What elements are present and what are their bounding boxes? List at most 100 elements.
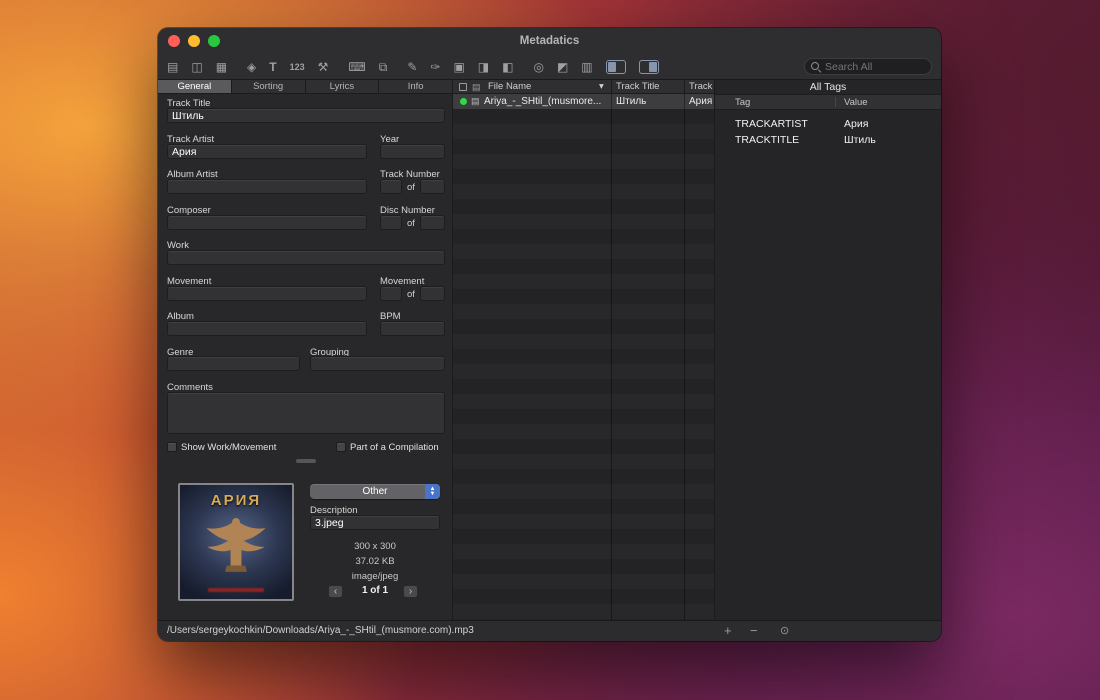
tag-row[interactable]: TRACKARTIST Ария [715,116,941,132]
actions-button[interactable]: ⊙ [780,621,789,641]
text-case-icon[interactable]: T [269,61,276,73]
artwork-next-button[interactable]: › [403,585,418,598]
cell-file-name: Ariya_-_SHtil_(musmore... [484,94,608,109]
track-title-field[interactable] [167,108,445,123]
movement-total-field[interactable] [420,286,445,301]
tag-row[interactable]: TRACKTITLE Штиль [715,132,941,148]
tags-column-header-tag[interactable]: Tag [735,95,750,110]
tags-column-header-value[interactable]: Value [844,95,868,110]
tag-from-filename-icon[interactable]: ✎ [407,61,417,73]
movement-field[interactable] [167,286,367,301]
window-title: Metadatics [158,28,941,54]
copy-tags-icon[interactable]: ⧉ [379,61,388,73]
import-artwork-icon[interactable]: ◧ [502,61,513,73]
minimize-window-button[interactable] [188,35,200,47]
grouping-field[interactable] [310,356,445,371]
close-window-button[interactable] [168,35,180,47]
work-field[interactable] [167,250,445,265]
artwork-description-field[interactable] [310,515,440,530]
artwork-file-size: 37.02 KB [310,556,440,567]
file-list-panel: ▤ File Name ▾ Track Title Track Artist ▤… [453,80,715,620]
part-of-compilation-label: Part of a Compilation [350,442,439,453]
editor-tabs: General Sorting Lyrics Info [158,80,452,94]
remove-files-button[interactable]: − [750,621,758,641]
artwork-icon[interactable]: ▣ [453,61,464,73]
album-field[interactable] [167,321,367,336]
track-numbering-icon[interactable]: 123 [290,61,305,73]
file-type-icon: ▤ [471,95,480,108]
album-art-band-name: АРИЯ [180,492,292,509]
file-row[interactable]: ▤ Ariya_-_SHtil_(musmore... Штиль Ария [453,94,714,109]
current-file-path: /Users/sergeykochkin/Downloads/Ariya_-_S… [167,621,474,641]
acoustid-icon[interactable]: ◩ [557,61,568,73]
cell-track-artist: Ария [689,94,714,109]
show-work-movement-label: Show Work/Movement [181,442,276,453]
album-artist-field[interactable] [167,179,367,194]
tag-name: TRACKARTIST [735,116,808,132]
filename-from-tag-icon[interactable]: ✑ [430,61,440,73]
track-number-of-label: of [407,182,415,193]
artwork-type-value: Other [362,486,387,497]
disc-number-field[interactable] [380,215,402,230]
part-of-compilation-checkbox[interactable] [336,442,346,452]
tab-sorting[interactable]: Sorting [232,80,306,93]
artwork-page-indicator: 1 of 1 [310,585,440,596]
column-header-track-artist[interactable]: Track Artist [689,80,714,93]
select-column-header-icon[interactable] [459,83,467,91]
search-icon [811,62,821,72]
track-total-field[interactable] [420,179,445,194]
artwork-dimensions: 300 x 300 [310,541,440,552]
toolbar: ▤ ◫ ▦ ◈ T 123 ⚒ ⌨ ⧉ ✎ ✑ ▣ ◨ ◧ ◎ ◩ ▥ [158,54,941,80]
tag-name: TRACKTITLE [735,132,799,148]
track-artist-field[interactable] [167,144,367,159]
window-controls [168,35,220,47]
tab-general[interactable]: General [158,80,232,93]
tag-icon[interactable]: ◈ [247,61,256,73]
add-files-button[interactable]: + [724,621,732,641]
column-divider [684,94,685,620]
file-icon-column-header-icon[interactable]: ▤ [472,81,481,93]
column-header-track-title[interactable]: Track Title [616,80,681,93]
track-number-field[interactable] [380,179,402,194]
new-file-icon[interactable]: ▤ [167,61,178,73]
file-list-header: ▤ File Name ▾ Track Title Track Artist [453,80,714,94]
rename-files-icon[interactable]: ⌨ [348,61,365,73]
sort-indicator-icon[interactable]: ▾ [599,80,604,93]
cell-track-title: Штиль [616,94,681,109]
genre-field[interactable] [167,356,300,371]
movement-number-field[interactable] [380,286,402,301]
save-icon[interactable]: ▥ [581,61,592,73]
export-file-icon[interactable]: ◫ [191,61,202,73]
all-tags-panel: All Tags Tag Value TRACKARTIST Ария TRAC… [715,80,941,620]
popup-chevrons-icon: ▲ ▼ [425,484,440,499]
toggle-right-panel-icon[interactable] [639,60,659,74]
bpm-field[interactable] [380,321,445,336]
editor-panel: General Sorting Lyrics Info Track Title … [158,80,453,620]
year-field[interactable] [380,144,445,159]
movement-of-label: of [407,289,415,300]
status-dot-icon [460,98,467,105]
composer-field[interactable] [167,215,367,230]
disc-total-field[interactable] [420,215,445,230]
templates-icon[interactable]: ▦ [216,61,227,73]
tab-lyrics[interactable]: Lyrics [306,80,380,93]
search-input[interactable] [825,61,925,73]
album-art[interactable]: АРИЯ [178,483,294,601]
comments-field[interactable] [167,392,445,434]
tag-value: Ария [844,116,868,132]
window-titlebar[interactable]: Metadatics [158,28,941,54]
tab-info[interactable]: Info [379,80,452,93]
export-artwork-icon[interactable]: ◨ [478,61,489,73]
online-lookup-icon[interactable]: ◎ [533,61,543,73]
column-header-file-name[interactable]: File Name [488,80,598,93]
search-field[interactable] [804,58,932,75]
zoom-window-button[interactable] [208,35,220,47]
toggle-left-panel-icon[interactable] [606,60,626,74]
tag-value: Штиль [844,132,876,148]
show-work-movement-checkbox[interactable] [167,442,177,452]
artwork-type-popup[interactable]: Other ▲ ▼ [310,484,440,499]
tools-icon[interactable]: ⚒ [318,61,329,73]
artwork-mime-type: image/jpeg [310,571,440,582]
splitter-handle[interactable] [296,459,316,463]
desktop-wallpaper: Metadatics ▤ ◫ ▦ ◈ T 123 ⚒ ⌨ ⧉ ✎ ✑ ▣ ◨ ◧… [0,0,1100,700]
